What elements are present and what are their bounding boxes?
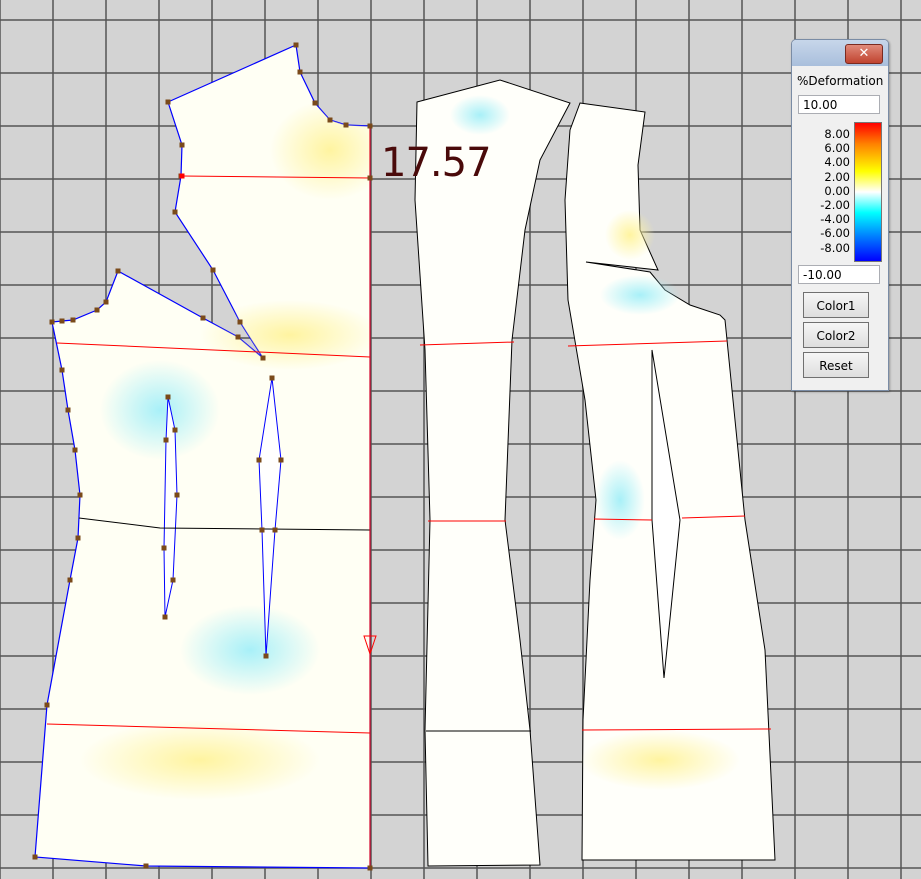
side-piece[interactable] [414, 79, 571, 867]
close-icon[interactable]: ✕ [845, 44, 883, 64]
point-handle[interactable] [179, 142, 185, 148]
front-piece[interactable] [32, 42, 391, 871]
point-handle[interactable] [94, 307, 100, 313]
point-handle[interactable] [72, 447, 78, 453]
point-handle[interactable] [343, 122, 349, 128]
point-handle[interactable] [67, 577, 73, 583]
measurement-label: 17.57 [381, 140, 492, 186]
scale-label: 0.00 [824, 183, 850, 198]
point-handle[interactable] [32, 854, 38, 860]
point-handle[interactable] [293, 42, 299, 48]
point-handle[interactable] [297, 69, 303, 75]
point-handle[interactable] [44, 702, 50, 708]
scale-label: 4.00 [824, 155, 850, 170]
point-handle[interactable] [70, 317, 76, 323]
point-handle[interactable] [200, 315, 206, 321]
point-handle[interactable] [367, 123, 373, 129]
scale-label: -8.00 [820, 240, 850, 255]
point-handle[interactable] [237, 319, 243, 325]
point-handle[interactable] [172, 209, 178, 215]
panel-titlebar[interactable]: ✕ [792, 40, 888, 66]
point-handle[interactable] [272, 527, 278, 533]
scale-label: -4.00 [820, 212, 850, 227]
point-handle[interactable] [75, 535, 81, 541]
point-handle[interactable] [165, 99, 171, 105]
point-handle[interactable] [165, 394, 171, 400]
point-handle[interactable] [49, 319, 55, 325]
point-handle[interactable] [103, 299, 109, 305]
point-handle[interactable] [161, 545, 167, 551]
point-handle[interactable] [170, 577, 176, 583]
point-handle[interactable] [367, 865, 373, 871]
point-handle[interactable] [59, 367, 65, 373]
back-piece[interactable] [564, 102, 776, 861]
min-value-input[interactable]: -10.00 [798, 265, 880, 284]
point-handle[interactable] [263, 653, 269, 659]
scale-label: 6.00 [824, 141, 850, 156]
color2-button[interactable]: Color2 [803, 322, 869, 348]
scale-label: 8.00 [824, 127, 850, 141]
point-handle[interactable] [65, 407, 71, 413]
deformation-panel: ✕ %Deformation 10.00 8.00 -6.00-4.00-2.00… [791, 39, 889, 391]
point-handle[interactable] [210, 267, 216, 273]
color-scale-bar [854, 122, 882, 262]
point-handle[interactable] [174, 492, 180, 498]
point-handle[interactable] [235, 334, 241, 340]
point-handle[interactable] [172, 427, 178, 433]
point-handle[interactable] [256, 457, 262, 463]
point-handle[interactable] [162, 614, 168, 620]
point-handle[interactable] [327, 117, 333, 123]
pattern-canvas[interactable] [0, 0, 921, 879]
point-handle[interactable] [312, 100, 318, 106]
point-handle[interactable] [115, 268, 121, 274]
selected-point-handle[interactable] [179, 173, 185, 179]
color1-button[interactable]: Color1 [803, 292, 869, 318]
point-handle[interactable] [143, 863, 149, 869]
scale-label: -6.00 [820, 226, 850, 241]
scale-label: 2.00 [824, 169, 850, 184]
reset-button[interactable]: Reset [803, 352, 869, 378]
point-handle[interactable] [367, 175, 373, 181]
scale-label: -2.00 [820, 198, 850, 212]
point-handle[interactable] [259, 527, 265, 533]
point-handle[interactable] [77, 492, 83, 498]
max-value-input[interactable]: 10.00 [798, 95, 880, 114]
panel-title: %Deformation [797, 74, 884, 88]
point-handle[interactable] [59, 318, 65, 324]
point-handle[interactable] [260, 355, 266, 361]
point-handle[interactable] [269, 375, 275, 381]
point-handle[interactable] [278, 457, 284, 463]
point-handle[interactable] [163, 437, 169, 443]
